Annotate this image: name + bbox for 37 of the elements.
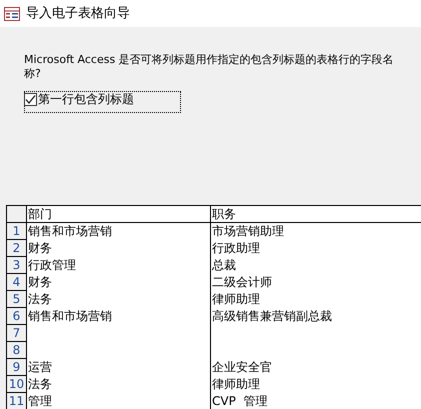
row-number: 1 xyxy=(7,223,27,240)
row-number: 5 xyxy=(7,291,27,308)
table-cell: 运营 xyxy=(27,359,211,376)
row-number: 3 xyxy=(7,257,27,274)
table-cell: 法务 xyxy=(27,291,211,308)
row-number: 4 xyxy=(7,274,27,291)
table-cell-text: 企业安全官 xyxy=(211,359,273,376)
row-number: 7 xyxy=(7,325,27,342)
table-cell: 财务 xyxy=(27,240,211,257)
table-cell: 管理 xyxy=(27,393,211,409)
checkmark-icon xyxy=(25,94,36,105)
table-cell: 行政管理 xyxy=(27,257,211,274)
table-cell: 销售和市场营销 xyxy=(27,308,211,325)
table-cell: 法务 xyxy=(27,376,211,393)
table-cell-text: CVP 管理 xyxy=(211,393,268,409)
table-cell-text: 律师助理 xyxy=(211,291,261,308)
row-number: 8 xyxy=(7,342,27,359)
table-cell-text: 律师助理 xyxy=(211,376,261,393)
table-cell-text: 行政助理 xyxy=(211,240,261,257)
row-number: 2 xyxy=(7,240,27,257)
header-checkbox[interactable]: 第一行包含列标题 xyxy=(24,91,181,113)
row-number: 9 xyxy=(7,359,27,376)
row-number: 11 xyxy=(7,393,27,409)
table-cell-text: 总裁 xyxy=(211,257,237,274)
question-text: Microsoft Access 是否可将列标题用作指定的包含列标题的表格行的字段名称? xyxy=(24,53,395,81)
table-cell: 销售和市场营销 xyxy=(27,223,211,240)
table-cell-text: 二级会计师 xyxy=(211,274,273,291)
window-title: 导入电子表格向导 xyxy=(26,4,130,23)
checkbox[interactable] xyxy=(24,93,37,106)
form-icon xyxy=(4,6,20,20)
row-number: 6 xyxy=(7,308,27,325)
table-cell: 财务 xyxy=(27,274,211,291)
table-cell-text: 市场营销助理 xyxy=(211,223,285,240)
column-header: 部门 xyxy=(27,206,211,222)
table-cell-text: 高级销售兼营销副总裁 xyxy=(211,308,333,325)
row-number: 10 xyxy=(7,376,27,393)
column-header: 职务 xyxy=(211,206,237,222)
